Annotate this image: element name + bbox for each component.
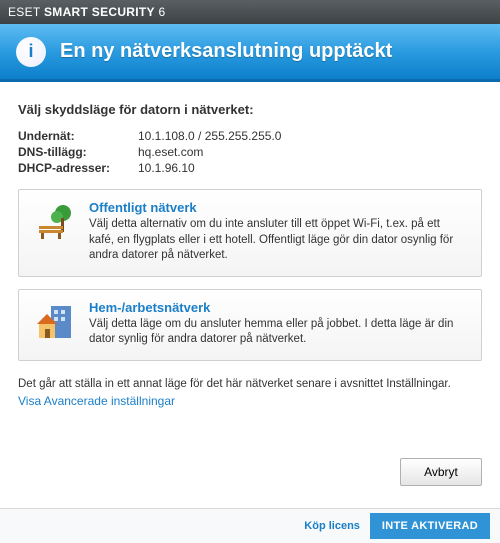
dhcp-value: 10.1.96.10: [138, 161, 482, 175]
section-heading: Välj skyddsläge för datorn i nätverket:: [18, 102, 482, 117]
option-home-title: Hem-/arbetsnätverk: [89, 300, 467, 315]
park-bench-icon: [33, 200, 75, 242]
banner-title: En ny nätverksanslutning upptäckt: [60, 40, 392, 63]
spacer: [18, 408, 482, 450]
buy-license-link[interactable]: Köp licens: [304, 520, 360, 532]
option-home-network[interactable]: Hem-/arbetsnätverk Välj detta läge om du…: [18, 289, 482, 361]
banner: i En ny nätverksanslutning upptäckt: [0, 24, 500, 82]
network-details: Undernät: 10.1.108.0 / 255.255.255.0 DNS…: [18, 129, 482, 175]
option-public-desc: Välj detta alternativ om du inte anslute…: [89, 217, 467, 264]
option-public-network[interactable]: Offentligt nätverk Välj detta alternativ…: [18, 189, 482, 277]
window-titlebar: ESET SMART SECURITY 6: [0, 0, 500, 24]
brand-version: 6: [155, 5, 166, 19]
advanced-settings-link[interactable]: Visa Avancerade inställningar: [18, 394, 482, 408]
cancel-button[interactable]: Avbryt: [400, 458, 482, 486]
dns-label: DNS-tillägg:: [18, 145, 138, 159]
dialog-body: Välj skyddsläge för datorn i nätverket: …: [0, 82, 500, 508]
dns-value: hq.eset.com: [138, 145, 482, 159]
info-icon: i: [16, 37, 46, 67]
brand-thin: ESET: [8, 5, 44, 19]
option-public-texts: Offentligt nätverk Välj detta alternativ…: [89, 200, 467, 264]
dialog-window: ESET SMART SECURITY 6 i En ny nätverksan…: [0, 0, 500, 543]
option-home-texts: Hem-/arbetsnätverk Välj detta läge om du…: [89, 300, 467, 348]
note-text: Det går att ställa in ett annat läge för…: [18, 377, 482, 393]
brand-bold: SMART SECURITY: [44, 5, 155, 19]
footer-bar: Köp licens INTE AKTIVERAD: [0, 508, 500, 543]
subnet-label: Undernät:: [18, 129, 138, 143]
option-home-desc: Välj detta läge om du ansluter hemma ell…: [89, 317, 467, 348]
button-row: Avbryt: [18, 450, 482, 500]
option-public-title: Offentligt nätverk: [89, 200, 467, 215]
dhcp-label: DHCP-adresser:: [18, 161, 138, 175]
subnet-value: 10.1.108.0 / 255.255.255.0: [138, 129, 482, 143]
home-building-icon: [33, 300, 75, 342]
activation-status-badge[interactable]: INTE AKTIVERAD: [370, 513, 490, 539]
